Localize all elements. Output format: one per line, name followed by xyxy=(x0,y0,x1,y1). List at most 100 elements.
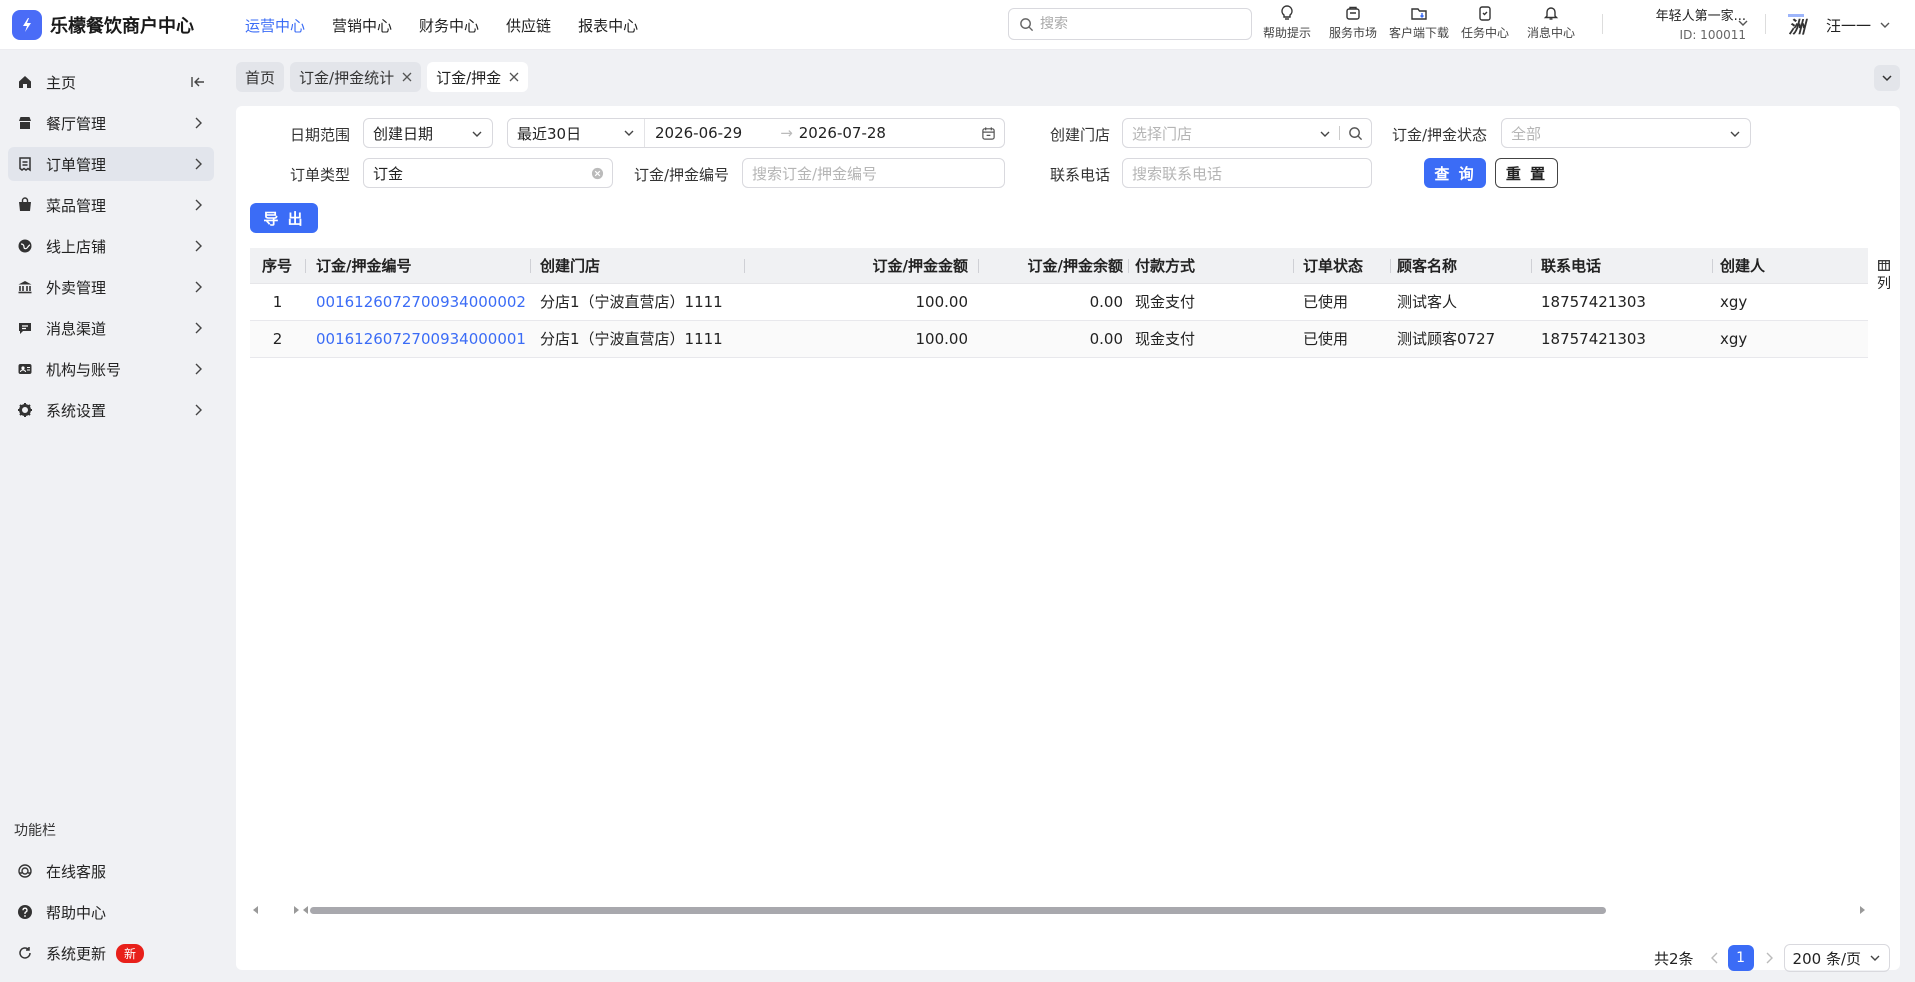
horizontal-scrollbar[interactable] xyxy=(250,903,1868,917)
chevron-down-icon xyxy=(1319,128,1331,140)
sidebar-item-system-settings[interactable]: 系统设置 xyxy=(8,393,214,427)
column-divider[interactable] xyxy=(744,259,745,273)
order-type-select[interactable]: 订金 xyxy=(363,158,613,188)
status-placeholder: 全部 xyxy=(1511,124,1542,143)
message-center-label: 消息中心 xyxy=(1526,26,1575,40)
column-settings-button[interactable]: 列 xyxy=(1868,248,1900,292)
phone-cell: 18757421303 xyxy=(1541,293,1646,311)
reset-button[interactable]: 重 置 xyxy=(1495,158,1558,188)
nav-marketing[interactable]: 营销中心 xyxy=(332,15,392,36)
home-icon xyxy=(16,73,34,91)
top-tools: 帮助提示 服务市场 客户端下载 任务中心 消息中心 xyxy=(1254,4,1584,41)
amount-cell: 100.00 xyxy=(915,293,969,311)
account-id: ID: 100011 xyxy=(1679,28,1746,42)
nav-finance[interactable]: 财务中心 xyxy=(419,15,479,36)
nav-operations[interactable]: 运营中心 xyxy=(245,15,305,36)
sidebar-item-label: 机构与账号 xyxy=(46,360,122,379)
total-count: 共2条 xyxy=(1654,949,1694,968)
scroll-left-icon[interactable] xyxy=(252,906,260,914)
sidebar-item-delivery[interactable]: 外卖管理 xyxy=(8,270,214,304)
scroll-thumb[interactable] xyxy=(310,907,1606,914)
close-icon[interactable] xyxy=(402,72,412,82)
column-divider[interactable] xyxy=(1293,259,1294,273)
help-tips-button[interactable]: 帮助提示 xyxy=(1254,4,1320,41)
date-type-select[interactable]: 创建日期 xyxy=(363,118,493,148)
sidebar-item-orders[interactable]: 订单管理 xyxy=(8,147,214,181)
sidebar-item-online-support[interactable]: 在线客服 xyxy=(8,854,214,888)
deposit-number-link[interactable]: 0016126072700934000002 xyxy=(316,284,526,321)
scroll-right-icon[interactable] xyxy=(292,906,300,914)
tab-deposit[interactable]: 订金/押金 xyxy=(427,62,529,92)
close-icon[interactable] xyxy=(509,72,519,82)
export-button[interactable]: 导 出 xyxy=(250,203,318,233)
sidebar-item-system-update[interactable]: 系统更新 新 xyxy=(8,936,214,970)
start-date[interactable]: 2026-06-29 xyxy=(655,124,742,142)
clear-icon[interactable] xyxy=(591,167,604,180)
date-range-picker[interactable]: 最近30日 2026-06-29 → 2026-07-28 xyxy=(507,118,1005,148)
nav-reports[interactable]: 报表中心 xyxy=(578,15,638,36)
column-divider[interactable] xyxy=(305,259,306,273)
divider xyxy=(1765,14,1766,34)
collapse-sidebar-icon[interactable] xyxy=(190,74,206,90)
service-market-button[interactable]: 服务市场 xyxy=(1320,4,1386,41)
date-range-label: 日期范围 xyxy=(290,126,351,144)
query-button[interactable]: 查 询 xyxy=(1424,158,1486,188)
column-divider[interactable] xyxy=(1531,259,1532,273)
row-index: 1 xyxy=(272,293,283,311)
message-center-button[interactable]: 消息中心 xyxy=(1518,4,1584,41)
page-size-select[interactable]: 200 条/页 xyxy=(1783,944,1890,972)
page-1-button[interactable]: 1 xyxy=(1727,945,1754,971)
chevron-down-icon xyxy=(471,128,483,140)
calendar-icon[interactable] xyxy=(981,126,996,141)
bank-icon xyxy=(16,278,34,296)
client-download-button[interactable]: 客户端下载 xyxy=(1386,4,1452,41)
column-header: 订金/押金编号 xyxy=(316,257,412,275)
sidebar-item-label: 消息渠道 xyxy=(46,319,107,338)
sidebar-item-org-account[interactable]: 机构与账号 xyxy=(8,352,214,386)
balance-cell: 0.00 xyxy=(1089,293,1123,311)
sidebar-item-label: 餐厅管理 xyxy=(46,114,107,133)
scroll-right-icon[interactable] xyxy=(1858,906,1866,914)
column-header: 联系电话 xyxy=(1541,257,1602,275)
table-row[interactable]: 2 0016126072700934000001 分店1（宁波直营店）1111 … xyxy=(250,321,1868,358)
global-search[interactable] xyxy=(1008,8,1252,40)
number-input[interactable]: 搜索订金/押金编号 xyxy=(742,158,1005,188)
column-divider[interactable] xyxy=(1390,259,1391,273)
user-menu[interactable]: 洲 汪一一 xyxy=(1782,10,1891,40)
nav-supply-chain[interactable]: 供应链 xyxy=(506,15,551,36)
sidebar-item-help-center[interactable]: 帮助中心 xyxy=(8,895,214,929)
app-logo[interactable]: 乐檬餐饮商户中心 xyxy=(12,10,194,40)
tab-deposit-stats[interactable]: 订金/押金统计 xyxy=(290,62,422,92)
column-divider[interactable] xyxy=(1128,259,1129,273)
column-divider[interactable] xyxy=(1712,259,1713,273)
phone-input[interactable]: 搜索联系电话 xyxy=(1122,158,1372,188)
end-date[interactable]: 2026-07-28 xyxy=(799,124,886,142)
date-preset-select[interactable]: 最近30日 xyxy=(508,119,645,147)
prev-page-icon[interactable] xyxy=(1710,952,1720,964)
new-badge: 新 xyxy=(116,943,145,963)
store-select[interactable]: 选择门店 xyxy=(1122,118,1372,148)
refresh-icon xyxy=(16,944,34,962)
creator-cell: xgy xyxy=(1720,293,1748,311)
sidebar-item-dishes[interactable]: 菜品管理 xyxy=(8,188,214,222)
sidebar-item-restaurant[interactable]: 餐厅管理 xyxy=(8,106,214,140)
status-select[interactable]: 全部 xyxy=(1501,118,1751,148)
tab-home[interactable]: 首页 xyxy=(236,62,285,92)
scroll-left-icon[interactable] xyxy=(302,906,310,914)
chevron-down-icon[interactable] xyxy=(1737,17,1749,29)
status-label: 订金/押金状态 xyxy=(1392,126,1488,144)
sidebar-item-online-store[interactable]: 线上店铺 xyxy=(8,229,214,263)
deposit-number-link[interactable]: 0016126072700934000001 xyxy=(316,321,526,358)
search-input[interactable] xyxy=(1040,16,1230,32)
sidebar-item-home[interactable]: 主页 xyxy=(8,65,214,99)
search-icon[interactable] xyxy=(1348,126,1363,141)
column-divider[interactable] xyxy=(530,259,531,273)
next-page-icon[interactable] xyxy=(1764,952,1774,964)
tabs-menu-button[interactable] xyxy=(1874,65,1900,91)
store-label: 创建门店 xyxy=(1050,126,1111,144)
task-center-button[interactable]: 任务中心 xyxy=(1452,4,1518,41)
sidebar-item-message-channel[interactable]: 消息渠道 xyxy=(8,311,214,345)
column-header: 序号 xyxy=(262,257,293,275)
account-switcher[interactable]: 年轻人第一家... ID: 100011 xyxy=(1618,5,1746,42)
table-row[interactable]: 1 0016126072700934000002 分店1（宁波直营店）1111 … xyxy=(250,284,1868,321)
